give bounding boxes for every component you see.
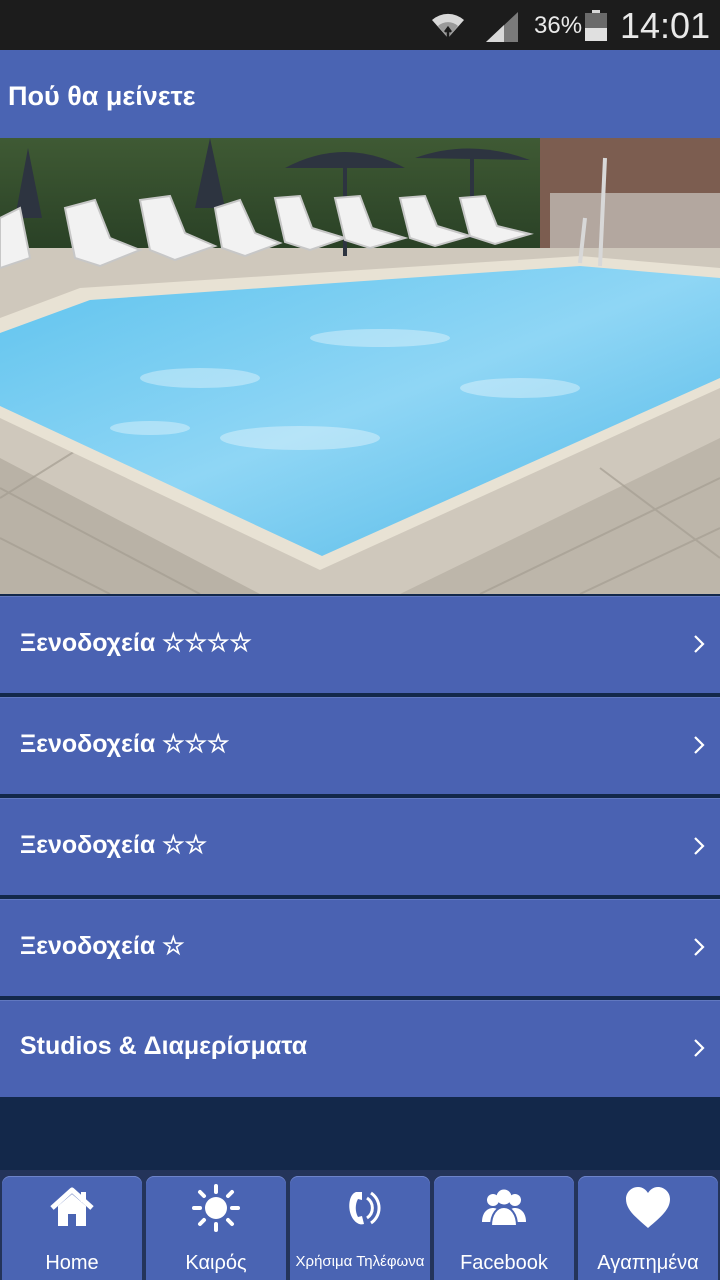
people-icon: [482, 1189, 526, 1227]
chevron-right-icon: [694, 736, 705, 754]
nav-home-label: Home: [45, 1252, 99, 1274]
home-icon: [50, 1187, 94, 1226]
chevron-right-icon: [694, 1039, 705, 1057]
menu-item-label: Studios & Διαμερίσματα: [20, 1032, 308, 1060]
nav-favorites-label: Αγαπημένα: [597, 1252, 699, 1274]
menu-item-label: Ξενοδοχεία ☆☆☆☆: [20, 629, 252, 657]
menu-item-label: Ξενοδοχεία ☆: [20, 932, 185, 960]
chevron-right-icon: [694, 938, 705, 956]
nav-weather-button[interactable]: Καιρός: [146, 1176, 286, 1280]
bottom-nav: Home Καιρός Χρήσιμα Τηλέφωνα Facebook Αγ…: [0, 1170, 720, 1280]
menu-item-hotels-2-star[interactable]: Ξενοδοχεία ☆☆: [0, 798, 720, 895]
page-title: Πού θα μείνετε: [8, 81, 196, 111]
menu-item-hotels-3-star[interactable]: Ξενοδοχεία ☆☆☆: [0, 697, 720, 794]
wifi-icon: [432, 13, 464, 42]
nav-facebook-button[interactable]: Facebook: [434, 1176, 574, 1280]
nav-phones-label: Χρήσιμα Τηλέφωνα: [295, 1253, 425, 1270]
menu-item-hotels-4-star[interactable]: Ξενοδοχεία ☆☆☆☆: [0, 596, 720, 693]
nav-weather-label: Καιρός: [185, 1252, 247, 1274]
battery-icon: [585, 10, 607, 41]
status-bar: 36% 14:01: [0, 0, 720, 50]
chevron-right-icon: [694, 837, 705, 855]
menu-item-label: Ξενοδοχεία ☆☆☆: [20, 730, 230, 758]
signal-icon: [486, 12, 518, 42]
hero-image: [0, 138, 720, 594]
nav-facebook-label: Facebook: [460, 1252, 548, 1274]
app-header: Πού θα μείνετε: [0, 50, 720, 138]
chevron-right-icon: [694, 635, 705, 653]
battery-percent: 36%: [534, 12, 583, 39]
phone-icon: [349, 1191, 381, 1225]
sun-icon: [192, 1184, 240, 1232]
menu-item-studios-apartments[interactable]: Studios & Διαμερίσματα: [0, 1000, 720, 1097]
clock: 14:01: [620, 5, 711, 46]
nav-favorites-button[interactable]: Αγαπημένα: [578, 1176, 718, 1280]
menu-item-hotels-1-star[interactable]: Ξενοδοχεία ☆: [0, 899, 720, 996]
menu-item-label: Ξενοδοχεία ☆☆: [20, 831, 207, 859]
nav-phones-button[interactable]: Χρήσιμα Τηλέφωνα: [290, 1176, 430, 1280]
accommodation-menu: Ξενοδοχεία ☆☆☆☆ Ξενοδοχεία ☆☆☆ Ξενοδοχεί…: [0, 596, 720, 1101]
heart-icon: [626, 1187, 670, 1228]
nav-home-button[interactable]: Home: [2, 1176, 142, 1280]
